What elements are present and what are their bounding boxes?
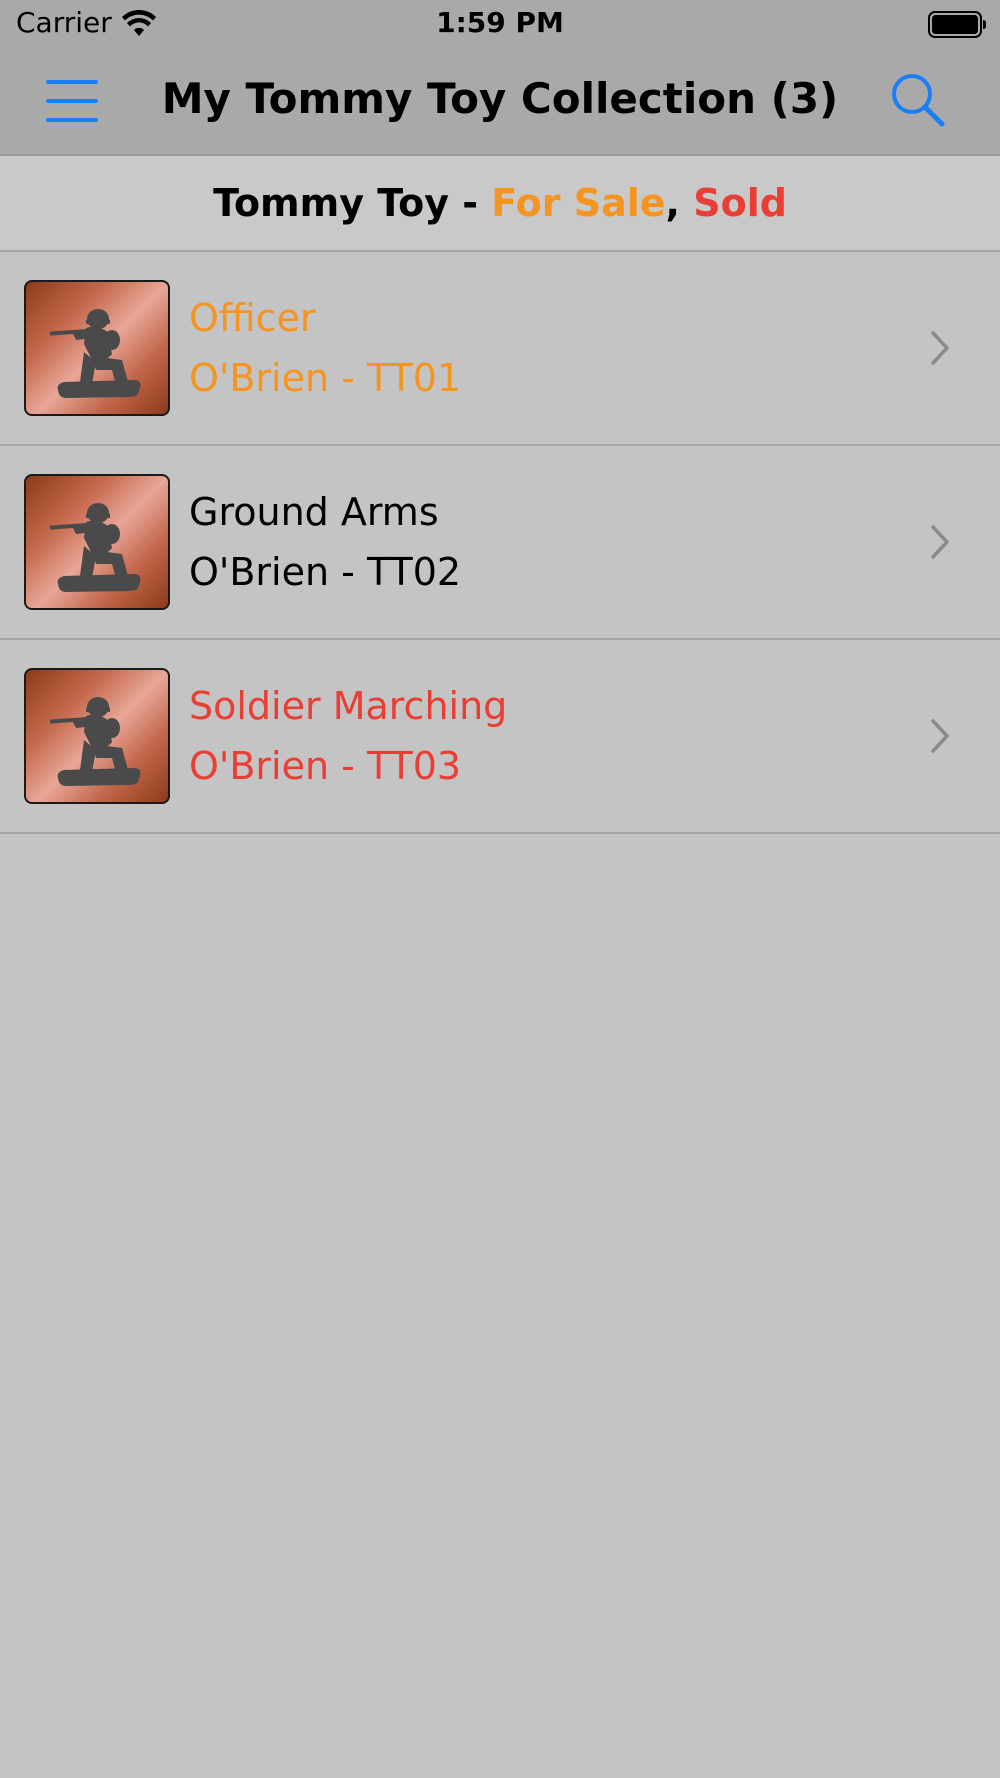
status-time: 1:59 PM	[436, 6, 564, 39]
section-header-separator: ,	[665, 181, 694, 225]
item-title: Officer	[189, 296, 316, 340]
status-bar: Carrier 1:59 PM	[0, 0, 1000, 52]
item-subtitle: O'Brien - TT02	[189, 550, 462, 594]
list-item[interactable]: Ground Arms O'Brien - TT02	[0, 446, 1000, 640]
item-subtitle: O'Brien - TT03	[189, 744, 462, 788]
sold-legend: Sold	[693, 181, 787, 225]
page-title: My Tommy Toy Collection (3)	[161, 74, 839, 123]
search-icon	[892, 74, 945, 127]
item-subtitle: O'Brien - TT01	[189, 356, 462, 400]
for-sale-legend: For Sale	[491, 181, 666, 225]
toy-soldier-image	[24, 668, 170, 804]
chevron-right-icon	[931, 331, 949, 365]
list-item[interactable]: Officer O'Brien - TT01	[0, 252, 1000, 446]
item-title: Ground Arms	[189, 490, 439, 534]
search-button[interactable]	[890, 72, 946, 128]
list-item[interactable]: Soldier Marching O'Brien - TT03	[0, 640, 1000, 834]
toy-soldier-image	[24, 474, 170, 610]
section-header-prefix: Tommy Toy -	[213, 181, 492, 225]
navigation-bar: My Tommy Toy Collection (3)	[0, 52, 1000, 156]
section-header: Tommy Toy - For Sale, Sold	[0, 156, 1000, 252]
toy-list: Officer O'Brien - TT01 Ground Arms O'Bri…	[0, 252, 1000, 834]
toy-soldier-image	[24, 280, 170, 416]
item-title: Soldier Marching	[189, 684, 508, 728]
chevron-right-icon	[931, 719, 949, 753]
battery-icon	[928, 11, 986, 38]
chevron-right-icon	[931, 525, 949, 559]
